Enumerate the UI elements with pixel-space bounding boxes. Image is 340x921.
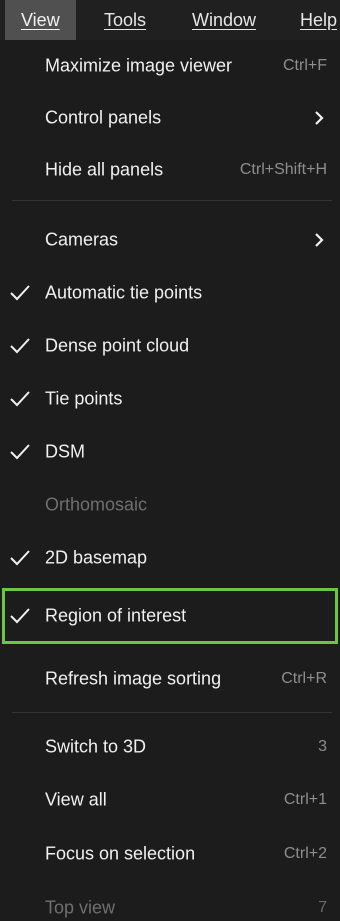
- menu-item-label: View all: [45, 789, 107, 810]
- menu-item-view-all[interactable]: View all Ctrl+1: [0, 774, 340, 826]
- menu-item-cameras[interactable]: Cameras: [0, 214, 340, 266]
- menu-item-automatic-tie-points[interactable]: Automatic tie points: [0, 267, 340, 319]
- menu-item-label: Focus on selection: [45, 843, 196, 864]
- checkmark-icon: [10, 550, 30, 566]
- menu-item-2d-basemap[interactable]: 2D basemap: [0, 532, 340, 584]
- menu-item-label: Hide all panels: [45, 159, 164, 180]
- menu-item-label: Refresh image sorting: [45, 668, 222, 689]
- checkmark-icon: [10, 391, 30, 407]
- chevron-right-icon: [315, 111, 324, 125]
- app-window: View Tools Window Help Maximize image vi…: [0, 0, 340, 921]
- menu-item-dense-point-cloud[interactable]: Dense point cloud: [0, 320, 340, 372]
- shortcut-label: Ctrl+1: [283, 791, 327, 808]
- menu-item-label: 2D basemap: [45, 547, 148, 568]
- shortcut-label: Ctrl+Shift+H: [239, 161, 327, 178]
- menu-item-switch-to-3d[interactable]: Switch to 3D 3: [0, 721, 340, 773]
- menu-item-label: Region of interest: [45, 605, 187, 626]
- menu-item-control-panels[interactable]: Control panels: [0, 92, 340, 144]
- menu-item-label: Maximize image viewer: [45, 55, 233, 76]
- menu-view[interactable]: View: [5, 0, 76, 40]
- chevron-right-icon: [315, 233, 324, 247]
- menu-item-label: Dense point cloud: [45, 335, 190, 356]
- menu-item-hide-all-panels[interactable]: Hide all panels Ctrl+Shift+H: [0, 144, 340, 196]
- menu-separator: [12, 200, 332, 201]
- checkmark-icon: [10, 444, 30, 460]
- menu-item-tie-points[interactable]: Tie points: [0, 373, 340, 425]
- menu-item-label: Switch to 3D: [45, 736, 147, 757]
- menu-item-label: Automatic tie points: [45, 282, 203, 303]
- menu-item-label: DSM: [45, 441, 85, 462]
- menu-bar: View Tools Window Help: [0, 0, 340, 40]
- menu-item-orthomosaic: Orthomosaic: [0, 479, 340, 531]
- shortcut-label: Ctrl+F: [283, 57, 327, 74]
- menu-item-focus-on-selection[interactable]: Focus on selection Ctrl+2: [0, 828, 340, 880]
- menu-item-refresh-image-sorting[interactable]: Refresh image sorting Ctrl+R: [0, 653, 340, 705]
- checkmark-icon: [10, 338, 30, 354]
- menu-item-label: Orthomosaic: [45, 494, 148, 515]
- shortcut-label: 3: [318, 738, 327, 755]
- menu-item-maximize-image-viewer[interactable]: Maximize image viewer Ctrl+F: [0, 40, 340, 92]
- checkmark-icon: [10, 608, 30, 624]
- checkmark-icon: [10, 285, 30, 301]
- view-dropdown-menu: Maximize image viewer Ctrl+F Control pan…: [0, 40, 340, 921]
- menu-item-label: Tie points: [45, 388, 123, 409]
- menu-item-top-view: Top view 7: [0, 882, 340, 921]
- menu-help[interactable]: Help: [300, 0, 337, 40]
- menu-item-label: Top view: [45, 897, 116, 918]
- menu-item-dsm[interactable]: DSM: [0, 426, 340, 478]
- menu-separator: [12, 712, 332, 713]
- shortcut-label: 7: [318, 899, 327, 916]
- shortcut-label: Ctrl+R: [281, 670, 327, 687]
- menu-tools[interactable]: Tools: [104, 0, 146, 40]
- menu-window[interactable]: Window: [192, 0, 256, 40]
- menu-item-label: Cameras: [45, 229, 119, 250]
- menu-item-label: Control panels: [45, 107, 162, 128]
- shortcut-label: Ctrl+2: [283, 845, 327, 862]
- menu-item-region-of-interest[interactable]: Region of interest: [2, 588, 338, 644]
